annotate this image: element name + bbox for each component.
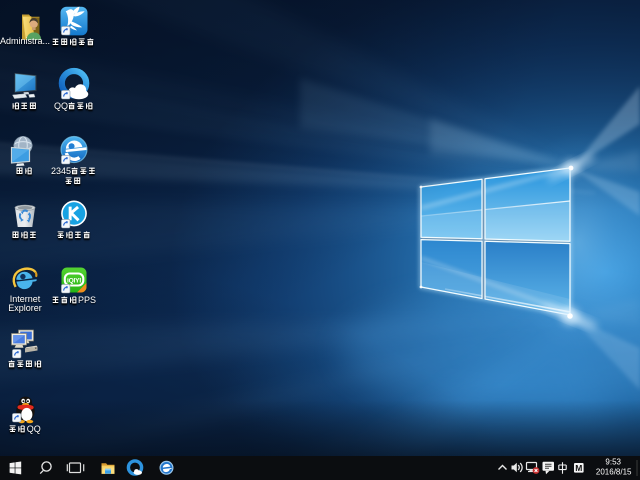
svg-text:9:53: 9:53 [605,457,621,466]
svg-text:iQIYI: iQIYI [67,277,81,284]
svg-text:2016/8/15: 2016/8/15 [596,468,632,477]
svg-text:M: M [575,463,582,473]
